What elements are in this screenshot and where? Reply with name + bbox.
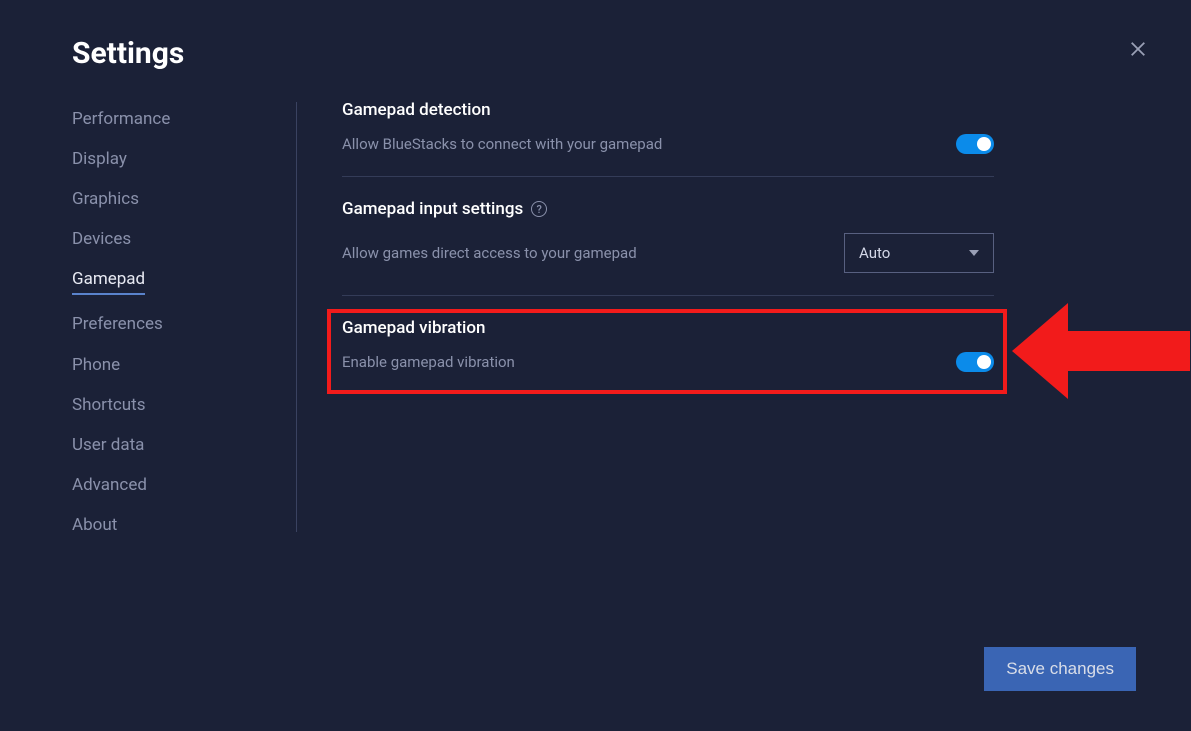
section-gamepad-detection: Gamepad detection Allow BlueStacks to co…: [342, 100, 994, 176]
section-desc: Enable gamepad vibration: [342, 353, 515, 371]
save-changes-button[interactable]: Save changes: [984, 647, 1136, 691]
sidebar-item-gamepad[interactable]: Gamepad: [72, 268, 145, 295]
sidebar-item-devices[interactable]: Devices: [72, 228, 131, 250]
sidebar-item-user-data[interactable]: User data: [72, 434, 144, 456]
close-icon: [1129, 40, 1147, 58]
section-gamepad-vibration: Gamepad vibration Enable gamepad vibrati…: [342, 295, 994, 394]
section-title: Gamepad input settings ?: [342, 199, 994, 219]
close-button[interactable]: [1127, 38, 1149, 60]
sidebar-item-shortcuts[interactable]: Shortcuts: [72, 394, 146, 416]
page-title: Settings: [72, 36, 184, 71]
sidebar: Performance Display Graphics Devices Gam…: [72, 108, 287, 536]
sidebar-item-preferences[interactable]: Preferences: [72, 313, 163, 335]
chevron-down-icon: [969, 250, 979, 256]
sidebar-item-display[interactable]: Display: [72, 148, 127, 170]
section-desc: Allow BlueStacks to connect with your ga…: [342, 135, 662, 153]
section-gamepad-input: Gamepad input settings ? Allow games dir…: [342, 176, 994, 295]
toggle-gamepad-vibration[interactable]: [956, 352, 994, 372]
section-title: Gamepad detection: [342, 100, 994, 120]
sidebar-item-advanced[interactable]: Advanced: [72, 474, 147, 496]
toggle-gamepad-detection[interactable]: [956, 134, 994, 154]
select-value: Auto: [859, 244, 890, 262]
sidebar-item-about[interactable]: About: [72, 514, 117, 536]
select-gamepad-access[interactable]: Auto: [844, 233, 994, 273]
sidebar-item-performance[interactable]: Performance: [72, 108, 170, 130]
section-title-text: Gamepad input settings: [342, 199, 523, 219]
section-desc: Allow games direct access to your gamepa…: [342, 244, 637, 262]
annotation-arrow-icon: [1012, 303, 1190, 399]
sidebar-item-graphics[interactable]: Graphics: [72, 188, 139, 210]
vertical-divider: [296, 102, 297, 532]
section-title: Gamepad vibration: [342, 318, 994, 338]
settings-content: Gamepad detection Allow BlueStacks to co…: [342, 100, 994, 394]
sidebar-item-phone[interactable]: Phone: [72, 354, 120, 376]
help-icon[interactable]: ?: [531, 201, 547, 217]
